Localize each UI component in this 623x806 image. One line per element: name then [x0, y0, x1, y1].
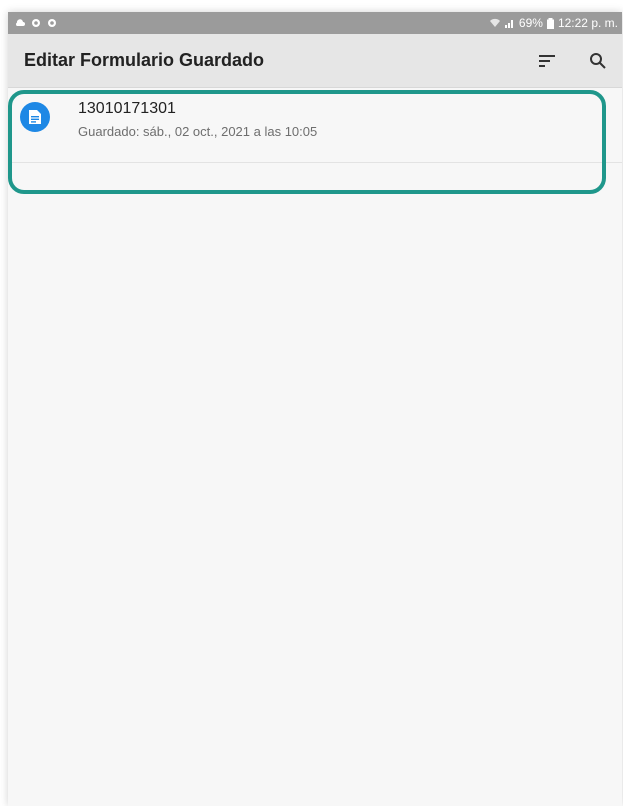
status-notifications: [14, 18, 57, 28]
search-button[interactable]: [588, 51, 608, 71]
list-item-text: 13010171301 Guardado: sáb., 02 oct., 202…: [78, 100, 317, 139]
page-title: Editar Formulario Guardado: [24, 50, 265, 70]
saved-forms-list: 13010171301 Guardado: sáb., 02 oct., 202…: [8, 90, 622, 163]
clock: 12:22 p. m.: [557, 16, 618, 30]
status-indicators: 69% 12:22 p. m.: [489, 16, 618, 30]
device-screen: 69% 12:22 p. m. Editar Formulario Guarda…: [8, 12, 622, 806]
app-bar: Editar Formulario Guardado: [8, 34, 622, 88]
saved-timestamp: Guardado: sáb., 02 oct., 2021 a las 10:0…: [78, 124, 318, 139]
sort-button[interactable]: [538, 51, 558, 71]
signal-icon: [504, 20, 513, 28]
sort-icon: [539, 54, 555, 67]
cloud-icon: [15, 19, 25, 26]
form-name: 13010171301: [78, 100, 176, 117]
sync-icon: [48, 19, 56, 27]
search-icon: [590, 52, 606, 69]
status-bar: 69% 12:22 p. m.: [8, 12, 622, 34]
wifi-icon: [489, 18, 500, 27]
list-item[interactable]: 13010171301 Guardado: sáb., 02 oct., 202…: [8, 90, 622, 163]
document-icon: [20, 102, 50, 132]
battery-percent: 69%: [518, 16, 543, 30]
app-bar-actions: [538, 51, 608, 71]
battery-icon: [546, 17, 554, 29]
sync-icon: [32, 19, 40, 27]
